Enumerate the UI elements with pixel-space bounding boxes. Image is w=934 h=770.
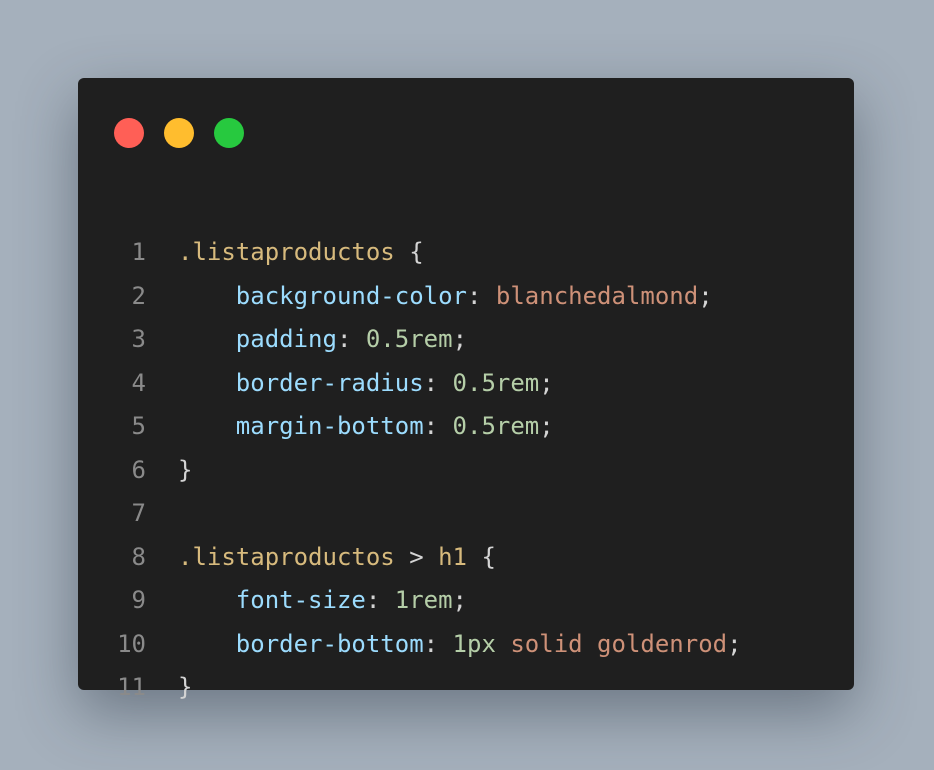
code-token-punctuation: ;: [539, 369, 554, 397]
code-token-punctuation: ;: [727, 630, 742, 658]
code-window: 1 .listaproductos {2 background-color: bl…: [78, 78, 854, 701]
code-token-punctuation: [178, 369, 236, 397]
code-token-punctuation: [178, 412, 236, 440]
line-number: 6: [131, 456, 146, 484]
line-content: margin-bottom: 0.5rem;: [178, 411, 554, 441]
close-dot[interactable]: [114, 118, 144, 148]
code-token-punctuation: :: [466, 282, 496, 310]
line-number: 4: [131, 369, 146, 397]
code-token-selector: h1: [438, 543, 468, 571]
code-token-property: border-radius: [235, 369, 424, 397]
code-token-punctuation: }: [178, 456, 193, 484]
line-number: 7: [131, 499, 146, 527]
line-number: 8: [131, 543, 146, 571]
code-token-property: margin-bottom: [235, 412, 424, 440]
code-token-string-value: solid goldenrod: [510, 630, 728, 658]
code-token-punctuation: [178, 586, 236, 614]
line-number: 5: [131, 412, 146, 440]
maximize-dot[interactable]: [214, 118, 244, 148]
code-token-number: 0.5rem: [365, 325, 453, 353]
code-token-punctuation: }: [178, 673, 193, 701]
line-content: background-color: blanchedalmond;: [178, 281, 713, 311]
code-token-punctuation: {: [467, 543, 496, 571]
code-token-punctuation: :: [423, 369, 453, 397]
code-token-punctuation: ;: [698, 282, 713, 310]
code-token-selector: .listaproductos: [178, 543, 395, 571]
code-token-punctuation: :: [423, 630, 453, 658]
code-token-punctuation: [178, 282, 236, 310]
code-token-punctuation: >: [394, 543, 439, 571]
code-token-number: 0.5rem: [452, 369, 540, 397]
code-token-property: background-color: [235, 282, 467, 310]
code-token-punctuation: :: [365, 586, 395, 614]
line-number: 10: [117, 630, 146, 658]
code-token-punctuation: ;: [452, 325, 468, 353]
line-number: 2: [131, 282, 146, 310]
line-content: .listaproductos {: [178, 237, 424, 267]
code-token-property: padding: [235, 325, 337, 353]
line-content: border-radius: 0.5rem;: [178, 368, 554, 398]
line-content: font-size: 1rem;: [178, 585, 467, 615]
line-content: .listaproductos > h1 {: [178, 542, 496, 572]
code-token-number: 1px: [452, 630, 496, 658]
code-token-selector: .listaproductos: [178, 238, 395, 266]
line-content: }: [178, 672, 192, 702]
line-content: padding: 0.5rem;: [178, 324, 467, 354]
code-token-string-value: blanchedalmond: [495, 282, 699, 310]
code-token-property: border-bottom: [235, 630, 424, 658]
code-token-punctuation: ;: [539, 412, 554, 440]
code-token-punctuation: ;: [452, 586, 467, 614]
line-number: 3: [131, 325, 146, 353]
code-token-number: 0.5rem: [452, 412, 540, 440]
code-token-property: font-size: [235, 586, 366, 614]
code-token-number: 1rem: [394, 586, 453, 614]
minimize-dot[interactable]: [164, 118, 194, 148]
code-token-punctuation: [178, 325, 236, 353]
line-number: 9: [131, 586, 146, 614]
code-token-punctuation: [178, 630, 236, 658]
code-token-punctuation: [496, 630, 510, 658]
line-number: 11: [117, 673, 146, 701]
line-number: 1: [131, 238, 146, 266]
code-token-punctuation: :: [423, 412, 453, 440]
line-content: }: [178, 455, 192, 485]
line-content: border-bottom: 1px solid goldenrod;: [178, 629, 742, 659]
code-token-punctuation: {: [394, 238, 424, 266]
code-token-punctuation: :: [336, 325, 366, 353]
